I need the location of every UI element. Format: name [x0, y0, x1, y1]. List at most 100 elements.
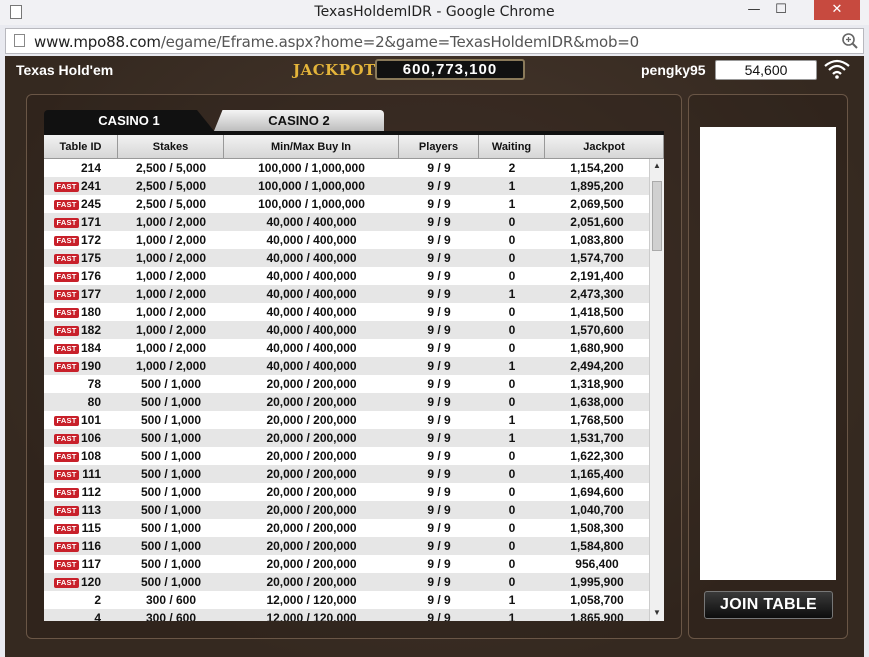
cell-waiting: 0 [508, 449, 516, 463]
table-row[interactable]: FAST 245 2,500 / 5,000 100,000 / 1,000,000 9… [44, 195, 649, 213]
cell-waiting: 1 [508, 179, 516, 193]
table-row[interactable]: FAST 112 500 / 1,000 20,000 / 200,000 9 / 9 0… [44, 483, 649, 501]
table-row[interactable]: FAST 241 2,500 / 5,000 100,000 / 1,000,000 9… [44, 177, 649, 195]
cell-table-id: 78 [44, 375, 118, 393]
cell-stakes: 1,000 / 2,000 [135, 269, 207, 283]
table-id: 175 [81, 251, 102, 265]
cell-table-id: 2 [44, 591, 118, 609]
maximize-button[interactable]: ☐ [768, 0, 794, 20]
table-id: 214 [81, 161, 102, 175]
url-text[interactable]: www.mpo88.com/egame/Eframe.aspx?home=2&g… [34, 33, 639, 51]
table-row[interactable]: FAST 172 1,000 / 2,000 40,000 / 400,000 9 / … [44, 231, 649, 249]
table-row[interactable]: FAST 108 500 / 1,000 20,000 / 200,000 9 / 9 0… [44, 447, 649, 465]
jackpot-label: JACKPOT [293, 61, 376, 79]
scroll-thumb[interactable] [652, 181, 662, 251]
cell-players: 9 / 9 [427, 269, 451, 283]
cell-stakes: 500 / 1,000 [140, 395, 202, 409]
column-header-table-id[interactable]: Table ID [44, 135, 118, 158]
cell-jackpot: 1,768,500 [570, 413, 624, 427]
cell-buyin: 20,000 / 200,000 [266, 449, 357, 463]
table-id: 111 [82, 467, 101, 481]
cell-jackpot: 1,570,600 [570, 323, 624, 337]
cell-waiting: 0 [508, 503, 516, 517]
table-rows: 214 2,500 / 5,000 100,000 / 1,000,000 9 / 9… [44, 159, 649, 621]
table-row[interactable]: FAST 111 500 / 1,000 20,000 / 200,000 9 / 9 0… [44, 465, 649, 483]
close-button[interactable]: ✕ [814, 0, 860, 20]
table-id: 2 [94, 593, 101, 607]
cell-jackpot: 1,574,700 [570, 251, 624, 265]
cell-players: 9 / 9 [427, 467, 451, 481]
cell-jackpot: 2,069,500 [570, 197, 624, 211]
table-row[interactable]: FAST 113 500 / 1,000 20,000 / 200,000 9 / 9 0… [44, 501, 649, 519]
cell-jackpot: 2,473,300 [570, 287, 624, 301]
tab-casino-2[interactable]: CASINO 2 [214, 110, 384, 131]
table-row[interactable]: FAST 182 1,000 / 2,000 40,000 / 400,000 9 / … [44, 321, 649, 339]
table-row[interactable]: 214 2,500 / 5,000 100,000 / 1,000,000 9 / 9… [44, 159, 649, 177]
cell-stakes: 1,000 / 2,000 [135, 215, 207, 229]
scroll-up-arrow[interactable]: ▲ [651, 160, 663, 172]
table-id: 182 [81, 323, 102, 337]
cell-stakes: 500 / 1,000 [140, 413, 202, 427]
table-header: Table ID Stakes Min/Max Buy In Players W… [44, 135, 664, 159]
scroll-down-arrow[interactable]: ▼ [651, 607, 663, 619]
table-row[interactable]: FAST 101 500 / 1,000 20,000 / 200,000 9 / 9 1… [44, 411, 649, 429]
table-row[interactable]: FAST 175 1,000 / 2,000 40,000 / 400,000 9 / … [44, 249, 649, 267]
cell-buyin: 40,000 / 400,000 [266, 287, 357, 301]
column-header-jackpot[interactable]: Jackpot [545, 135, 664, 158]
cell-players: 9 / 9 [427, 197, 451, 211]
join-table-button[interactable]: JOIN TABLE [704, 591, 833, 619]
cell-stakes: 500 / 1,000 [140, 449, 202, 463]
cell-waiting: 0 [508, 395, 516, 409]
cell-players: 9 / 9 [427, 377, 451, 391]
table-id: 241 [81, 179, 102, 193]
table-id: 117 [81, 557, 101, 571]
table-id: 116 [81, 539, 101, 553]
table-row[interactable]: 78 500 / 1,000 20,000 / 200,000 9 / 9 0 1,318… [44, 375, 649, 393]
cell-players: 9 / 9 [427, 431, 451, 445]
table-row[interactable]: FAST 115 500 / 1,000 20,000 / 200,000 9 / 9 0… [44, 519, 649, 537]
table-row[interactable]: FAST 184 1,000 / 2,000 40,000 / 400,000 9 / … [44, 339, 649, 357]
cell-buyin: 40,000 / 400,000 [266, 251, 357, 265]
scrollbar[interactable]: ▲ ▼ [649, 159, 664, 621]
fast-badge: FAST [54, 236, 79, 246]
table-row[interactable]: 80 500 / 1,000 20,000 / 200,000 9 / 9 0 1,638… [44, 393, 649, 411]
table-row[interactable]: 2 300 / 600 12,000 / 120,000 9 / 9 1 1,058,70… [44, 591, 649, 609]
tab-casino-1[interactable]: CASINO 1 [44, 110, 214, 131]
table-row[interactable]: FAST 171 1,000 / 2,000 40,000 / 400,000 9 / … [44, 213, 649, 231]
column-header-stakes[interactable]: Stakes [118, 135, 224, 158]
cell-buyin: 100,000 / 1,000,000 [258, 179, 365, 193]
column-header-waiting[interactable]: Waiting [479, 135, 545, 158]
column-header-buyin[interactable]: Min/Max Buy In [224, 135, 399, 158]
cell-waiting: 1 [508, 611, 516, 621]
cell-players: 9 / 9 [427, 413, 451, 427]
table-row[interactable]: FAST 116 500 / 1,000 20,000 / 200,000 9 / 9 0… [44, 537, 649, 555]
zoom-icon[interactable] [841, 32, 859, 50]
cell-players: 9 / 9 [427, 215, 451, 229]
cell-jackpot: 1,154,200 [570, 161, 624, 175]
cell-players: 9 / 9 [427, 593, 451, 607]
cell-players: 9 / 9 [427, 179, 451, 193]
fast-badge: FAST [54, 272, 79, 282]
cell-table-id: FAST 172 [44, 231, 118, 249]
table-row[interactable]: FAST 117 500 / 1,000 20,000 / 200,000 9 / 9 0… [44, 555, 649, 573]
table-row[interactable]: FAST 176 1,000 / 2,000 40,000 / 400,000 9 / … [44, 267, 649, 285]
address-bar[interactable]: www.mpo88.com/egame/Eframe.aspx?home=2&g… [5, 28, 864, 54]
fast-badge: FAST [54, 218, 79, 228]
table-row[interactable]: FAST 177 1,000 / 2,000 40,000 / 400,000 9 / … [44, 285, 649, 303]
cell-waiting: 1 [508, 593, 516, 607]
column-header-players[interactable]: Players [399, 135, 479, 158]
fast-badge: FAST [54, 452, 79, 462]
minimize-button[interactable]: — [740, 0, 768, 20]
table-row[interactable]: FAST 120 500 / 1,000 20,000 / 200,000 9 / 9 0… [44, 573, 649, 591]
table-row[interactable]: FAST 106 500 / 1,000 20,000 / 200,000 9 / 9 1… [44, 429, 649, 447]
table-row[interactable]: FAST 190 1,000 / 2,000 40,000 / 400,000 9 / … [44, 357, 649, 375]
cell-players: 9 / 9 [427, 611, 451, 621]
fast-badge: FAST [54, 200, 79, 210]
cell-jackpot: 1,318,900 [570, 377, 624, 391]
table-row[interactable]: FAST 180 1,000 / 2,000 40,000 / 400,000 9 / … [44, 303, 649, 321]
table-row[interactable]: 4 300 / 600 12,000 / 120,000 9 / 9 1 1,865,90… [44, 609, 649, 621]
cell-stakes: 500 / 1,000 [140, 431, 202, 445]
cell-players: 9 / 9 [427, 449, 451, 463]
cell-waiting: 0 [508, 485, 516, 499]
cell-jackpot: 2,494,200 [570, 359, 624, 373]
